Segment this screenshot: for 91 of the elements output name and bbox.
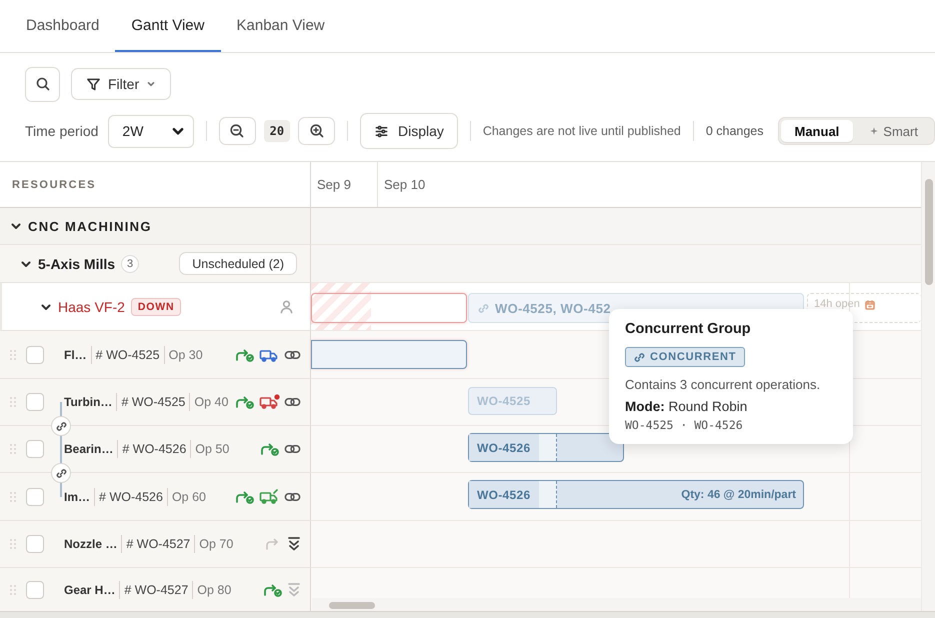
drag-handle-icon[interactable] xyxy=(10,584,16,594)
work-order-number: # WO-4527 xyxy=(124,582,188,596)
tooltip-title: Concurrent Group xyxy=(625,321,752,337)
group-name: CNC MACHINING xyxy=(28,218,152,234)
publish-notice: Changes are not live until published xyxy=(482,124,681,138)
zoom-in-icon xyxy=(308,123,325,139)
changes-count: 0 changes xyxy=(706,124,764,138)
operation-number: Op 50 xyxy=(195,442,230,456)
checkbox[interactable] xyxy=(26,346,44,364)
downtime-hatch xyxy=(311,283,371,330)
drag-handle-icon[interactable] xyxy=(10,397,16,407)
search-icon xyxy=(34,76,50,92)
mode-text: Mode: Round Robin xyxy=(625,398,748,414)
caret-icon xyxy=(146,79,156,89)
unscheduled-button[interactable]: Unscheduled (2) xyxy=(179,252,297,275)
horizontal-scrollbar[interactable] xyxy=(312,598,921,611)
filter-button[interactable]: Filter xyxy=(71,68,172,100)
zoom-level: 20 xyxy=(264,120,290,142)
work-order-number: # WO-4525 xyxy=(121,395,186,409)
tab[interactable]: Kanban View xyxy=(220,0,341,52)
operation-bar[interactable]: WO-4526 Qty: 46 @ 20min/part xyxy=(468,480,804,509)
date-label: Sep 9 xyxy=(311,162,378,207)
drag-handle-icon[interactable] xyxy=(10,539,16,549)
mode-option[interactable]: Smart xyxy=(855,120,932,142)
column-header: RESOURCES xyxy=(11,178,96,190)
operation-number: Op 70 xyxy=(199,537,234,551)
zoom-in-button[interactable] xyxy=(298,117,336,145)
date-label: Sep 10 xyxy=(383,176,426,194)
operation-name: Turbin… xyxy=(64,395,112,409)
checkbox[interactable] xyxy=(26,580,44,598)
funnel-icon xyxy=(86,76,101,92)
tab[interactable]: Gantt View xyxy=(115,0,220,52)
zoom-out-icon xyxy=(229,123,246,139)
machine-name: Haas VF-2 xyxy=(58,298,125,314)
operation-number: Op 80 xyxy=(197,582,232,596)
bar-note: Qty: 46 @ 20min/part xyxy=(681,488,796,500)
operation-number: Op 60 xyxy=(172,490,206,504)
tag-text: CONCURRENT xyxy=(650,351,736,363)
sparkle-icon xyxy=(869,126,880,136)
checkbox[interactable] xyxy=(26,488,44,506)
count-badge: 3 xyxy=(121,254,140,272)
operation-name: Bearin… xyxy=(64,442,114,456)
chain-icon xyxy=(634,352,645,362)
operation-name: Gear H… xyxy=(64,582,116,596)
mode-option[interactable]: Manual xyxy=(780,120,854,142)
sliders-icon xyxy=(374,124,389,138)
operation-number: Op 30 xyxy=(168,348,203,362)
double-chevron-icon[interactable] xyxy=(287,536,301,552)
checkbox[interactable] xyxy=(26,440,44,458)
checkbox[interactable] xyxy=(26,535,44,553)
drag-handle-icon[interactable] xyxy=(10,444,16,454)
calendar-icon xyxy=(864,300,875,310)
work-order-number: # WO-4526 xyxy=(122,442,186,456)
chain-icon xyxy=(56,468,66,478)
chain-icon xyxy=(478,302,489,314)
resource-group-name: 5-Axis Mills xyxy=(38,256,116,272)
setup-segment xyxy=(539,481,557,508)
link-button[interactable] xyxy=(51,416,71,436)
time-period-select[interactable]: 2W xyxy=(108,114,194,148)
link-icon[interactable] xyxy=(284,396,301,408)
slot-label: 14h open xyxy=(814,298,860,310)
operation-bar[interactable]: WO-4526 xyxy=(468,433,624,462)
checkbox[interactable] xyxy=(26,393,44,411)
zoom-out-button[interactable] xyxy=(218,117,256,145)
link-icon[interactable] xyxy=(284,443,301,455)
time-period-label: Time period xyxy=(25,123,98,139)
link-button[interactable] xyxy=(51,463,71,483)
member-list: WO-4525 · WO-4526 xyxy=(625,418,837,432)
vertical-scrollbar[interactable] xyxy=(921,162,935,611)
chain-icon xyxy=(56,420,66,432)
setup-segment xyxy=(539,434,557,461)
drag-handle-icon[interactable] xyxy=(10,492,16,502)
link-icon[interactable] xyxy=(284,490,301,502)
work-order-number: # WO-4525 xyxy=(96,348,160,362)
tooltip-description: Contains 3 concurrent operations. xyxy=(625,376,822,392)
work-order-number: # WO-4526 xyxy=(99,490,163,504)
operation-name: Nozzle … xyxy=(64,537,118,551)
drag-handle-icon[interactable] xyxy=(10,350,16,360)
status-badge: DOWN xyxy=(130,298,182,316)
tab[interactable]: Dashboard xyxy=(10,0,116,52)
work-order-number: # WO-4527 xyxy=(126,537,190,551)
bar-label: WO-4525, WO-452 xyxy=(495,300,611,316)
bar-label: WO-4525 xyxy=(476,394,532,408)
operation-number: Op 40 xyxy=(194,395,228,409)
operation-name: Im… xyxy=(64,490,90,504)
link-icon[interactable] xyxy=(284,348,301,360)
person-icon[interactable] xyxy=(279,299,294,314)
operation-name: Fl… xyxy=(64,348,87,362)
operation-bar[interactable] xyxy=(311,340,467,369)
display-button[interactable]: Display xyxy=(360,113,458,149)
search-button[interactable] xyxy=(25,66,60,102)
